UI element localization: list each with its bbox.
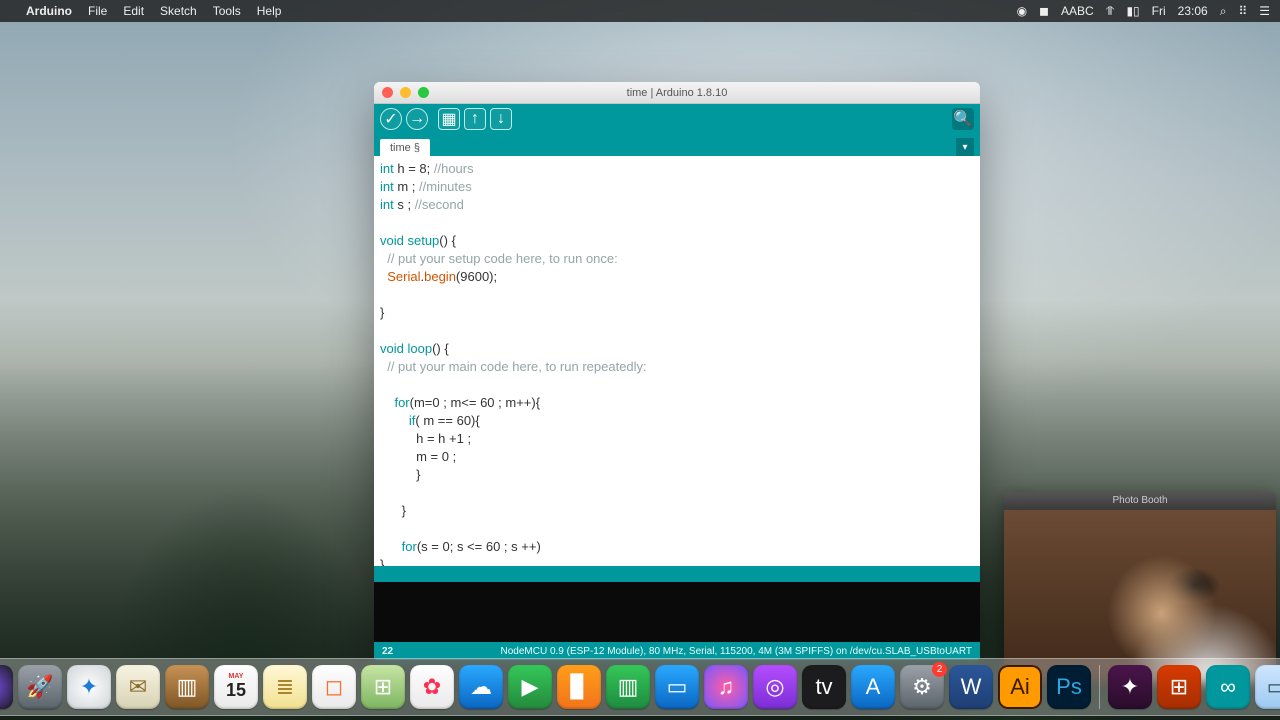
window-zoom-button[interactable] xyxy=(418,87,429,98)
dock-app-contacts[interactable]: ▥ xyxy=(165,665,209,709)
menubar-app-name[interactable]: Arduino xyxy=(26,4,72,18)
window-close-button[interactable] xyxy=(382,87,393,98)
tab-menu-button[interactable]: ▾ xyxy=(956,138,974,156)
photobooth-window[interactable]: Photo Booth xyxy=(1004,492,1276,682)
dock-app-keynote[interactable]: ▭ xyxy=(655,665,699,709)
arduino-tabbar: time § ▾ xyxy=(374,134,980,156)
dock-app-arduino[interactable]: ∞ xyxy=(1206,665,1250,709)
desktop: Arduino File Edit Sketch Tools Help ◉ ◼︎… xyxy=(0,0,1280,720)
footer-line-number: 22 xyxy=(382,646,393,657)
serial-monitor-button[interactable]: 🔍 xyxy=(952,108,974,130)
dock-app-office[interactable]: ⊞ xyxy=(1157,665,1201,709)
window-minimize-button[interactable] xyxy=(400,87,411,98)
new-sketch-button[interactable]: ▦ xyxy=(438,108,460,130)
menu-help[interactable]: Help xyxy=(257,4,282,18)
arduino-window[interactable]: time | Arduino 1.8.10 ✓ → ▦ ↑ ↓ 🔍 time §… xyxy=(374,82,980,660)
dock-app-appstore[interactable]: A xyxy=(851,665,895,709)
dock-app-mail[interactable]: ✉︎ xyxy=(116,665,160,709)
arduino-console[interactable] xyxy=(374,582,980,642)
dock-app-facetime[interactable]: ▶︎ xyxy=(508,665,552,709)
dock-app-numbers[interactable]: ▥ xyxy=(606,665,650,709)
arduino-status-strip xyxy=(374,566,980,582)
dock-app-calendar[interactable]: MAY15 xyxy=(214,665,258,709)
upload-button[interactable]: → xyxy=(406,108,428,130)
open-sketch-button[interactable]: ↑ xyxy=(464,108,486,130)
dock-separator xyxy=(1099,665,1100,709)
status-record-icon[interactable]: ◉ xyxy=(1017,4,1027,18)
dock: ☻◉🚀✦✉︎▥MAY15≣◻︎⊞✿☁︎▶︎▊▥▭♫◎tvA⚙︎2WAiPs✦⊞∞… xyxy=(0,658,1280,716)
dock-app-photoshop[interactable]: Ps xyxy=(1047,665,1091,709)
dock-app-safari[interactable]: ✦ xyxy=(67,665,111,709)
dock-badge: 2 xyxy=(932,662,947,677)
status-day[interactable]: Fri xyxy=(1152,4,1166,18)
menu-edit[interactable]: Edit xyxy=(123,4,144,18)
status-time[interactable]: 23:06 xyxy=(1178,4,1208,18)
dock-app-word[interactable]: W xyxy=(949,665,993,709)
dock-app-tv[interactable]: tv xyxy=(802,665,846,709)
dock-app-notes[interactable]: ≣ xyxy=(263,665,307,709)
dock-app-photos[interactable]: ✿ xyxy=(410,665,454,709)
status-input-source[interactable]: A ABC xyxy=(1061,4,1094,18)
menu-sketch[interactable]: Sketch xyxy=(160,4,197,18)
code-editor[interactable]: int h = 8; //hours int m ; //minutes int… xyxy=(374,156,980,566)
photobooth-title[interactable]: Photo Booth xyxy=(1004,492,1276,510)
dock-app-launchpad[interactable]: 🚀 xyxy=(18,665,62,709)
arduino-toolbar: ✓ → ▦ ↑ ↓ 🔍 xyxy=(374,104,980,134)
dock-app-podcasts[interactable]: ◎ xyxy=(753,665,797,709)
sketch-tab-time[interactable]: time § xyxy=(380,139,430,156)
window-titlebar[interactable]: time | Arduino 1.8.10 xyxy=(374,82,980,104)
dock-app-books[interactable]: ▊ xyxy=(557,665,601,709)
menubar: Arduino File Edit Sketch Tools Help ◉ ◼︎… xyxy=(0,0,1280,22)
dock-app-illustrator[interactable]: Ai xyxy=(998,665,1042,709)
window-title: time | Arduino 1.8.10 xyxy=(627,87,728,99)
status-wifi-icon[interactable]: ⥣ xyxy=(1106,4,1115,19)
dock-app-preview[interactable]: ▭ xyxy=(1255,665,1280,709)
dock-app-itunes[interactable]: ♫ xyxy=(704,665,748,709)
status-controlcenter-icon[interactable]: ⠿ xyxy=(1238,4,1247,18)
status-spotlight-icon[interactable]: ⌕ xyxy=(1220,4,1227,19)
dock-app-maps[interactable]: ⊞ xyxy=(361,665,405,709)
menu-tools[interactable]: Tools xyxy=(213,4,241,18)
verify-button[interactable]: ✓ xyxy=(380,108,402,130)
status-notifications-icon[interactable]: ☰ xyxy=(1259,4,1270,18)
status-stop-icon[interactable]: ◼︎ xyxy=(1039,4,1049,18)
save-sketch-button[interactable]: ↓ xyxy=(490,108,512,130)
menu-file[interactable]: File xyxy=(88,4,107,18)
dock-app-siri[interactable]: ◉ xyxy=(0,665,13,709)
dock-app-sysprefs[interactable]: ⚙︎2 xyxy=(900,665,944,709)
dock-app-messages[interactable]: ☁︎ xyxy=(459,665,503,709)
dock-app-reminders[interactable]: ◻︎ xyxy=(312,665,356,709)
dock-app-slack[interactable]: ✦ xyxy=(1108,665,1152,709)
status-battery-icon[interactable]: ▮▯ xyxy=(1126,4,1139,18)
photobooth-camera-view xyxy=(1004,510,1276,682)
footer-board-info: NodeMCU 0.9 (ESP-12 Module), 80 MHz, Ser… xyxy=(501,646,973,657)
